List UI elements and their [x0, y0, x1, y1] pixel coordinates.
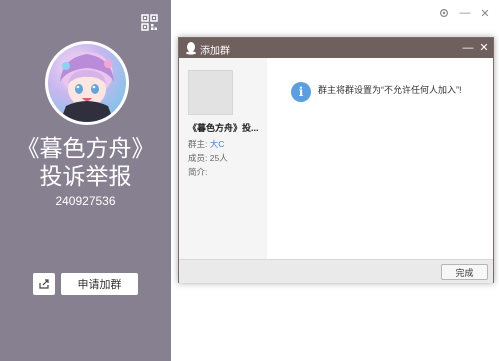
owner-label: 群主:	[188, 139, 208, 149]
qq-penguin-icon	[186, 42, 196, 55]
gear-icon[interactable]	[437, 6, 451, 20]
share-export-icon	[39, 279, 49, 289]
group-id: 240927536	[55, 194, 116, 208]
group-thumbnail	[188, 70, 233, 115]
add-group-dialog: 添加群 — ✕ 《暮色方舟》投... 群主: 大C 成员: 25人 简介: i …	[178, 37, 494, 283]
dialog-title: 添加群	[200, 46, 230, 57]
group-avatar[interactable]	[45, 41, 129, 125]
owner-row: 群主: 大C	[188, 138, 264, 150]
group-name: 《暮色方舟》投诉举报	[16, 135, 155, 189]
group-info-card: 《暮色方舟》投... 群主: 大C 成员: 25人 简介:	[179, 58, 267, 259]
share-button[interactable]	[33, 273, 55, 295]
dialog-close-button[interactable]: ✕	[478, 41, 490, 55]
qr-code-icon[interactable]	[141, 14, 158, 31]
members-label: 成员:	[188, 153, 208, 163]
done-button[interactable]: 完成	[441, 264, 488, 280]
members-value: 25人	[209, 153, 228, 163]
window-minimize-button[interactable]: —	[458, 6, 472, 20]
info-icon: i	[291, 82, 311, 102]
owner-link[interactable]: 大C	[210, 139, 225, 149]
window-close-button[interactable]: ✕	[478, 6, 492, 20]
dialog-minimize-button[interactable]: —	[462, 41, 474, 55]
anime-character-illustration	[60, 52, 114, 122]
dialog-titlebar[interactable]: 添加群 — ✕	[179, 38, 493, 58]
group-profile-panel: 《暮色方舟》投诉举报 240927536 申请加群	[0, 0, 171, 361]
notice-message: 群主将群设置为“不允许任何人加入”!	[318, 85, 462, 95]
dialog-group-name: 《暮色方舟》投...	[188, 123, 259, 133]
apply-join-button[interactable]: 申请加群	[61, 273, 138, 295]
intro-label: 简介:	[188, 167, 208, 177]
dialog-footer: 完成	[179, 259, 493, 283]
members-row: 成员: 25人	[188, 152, 264, 164]
intro-row: 简介:	[188, 166, 264, 178]
